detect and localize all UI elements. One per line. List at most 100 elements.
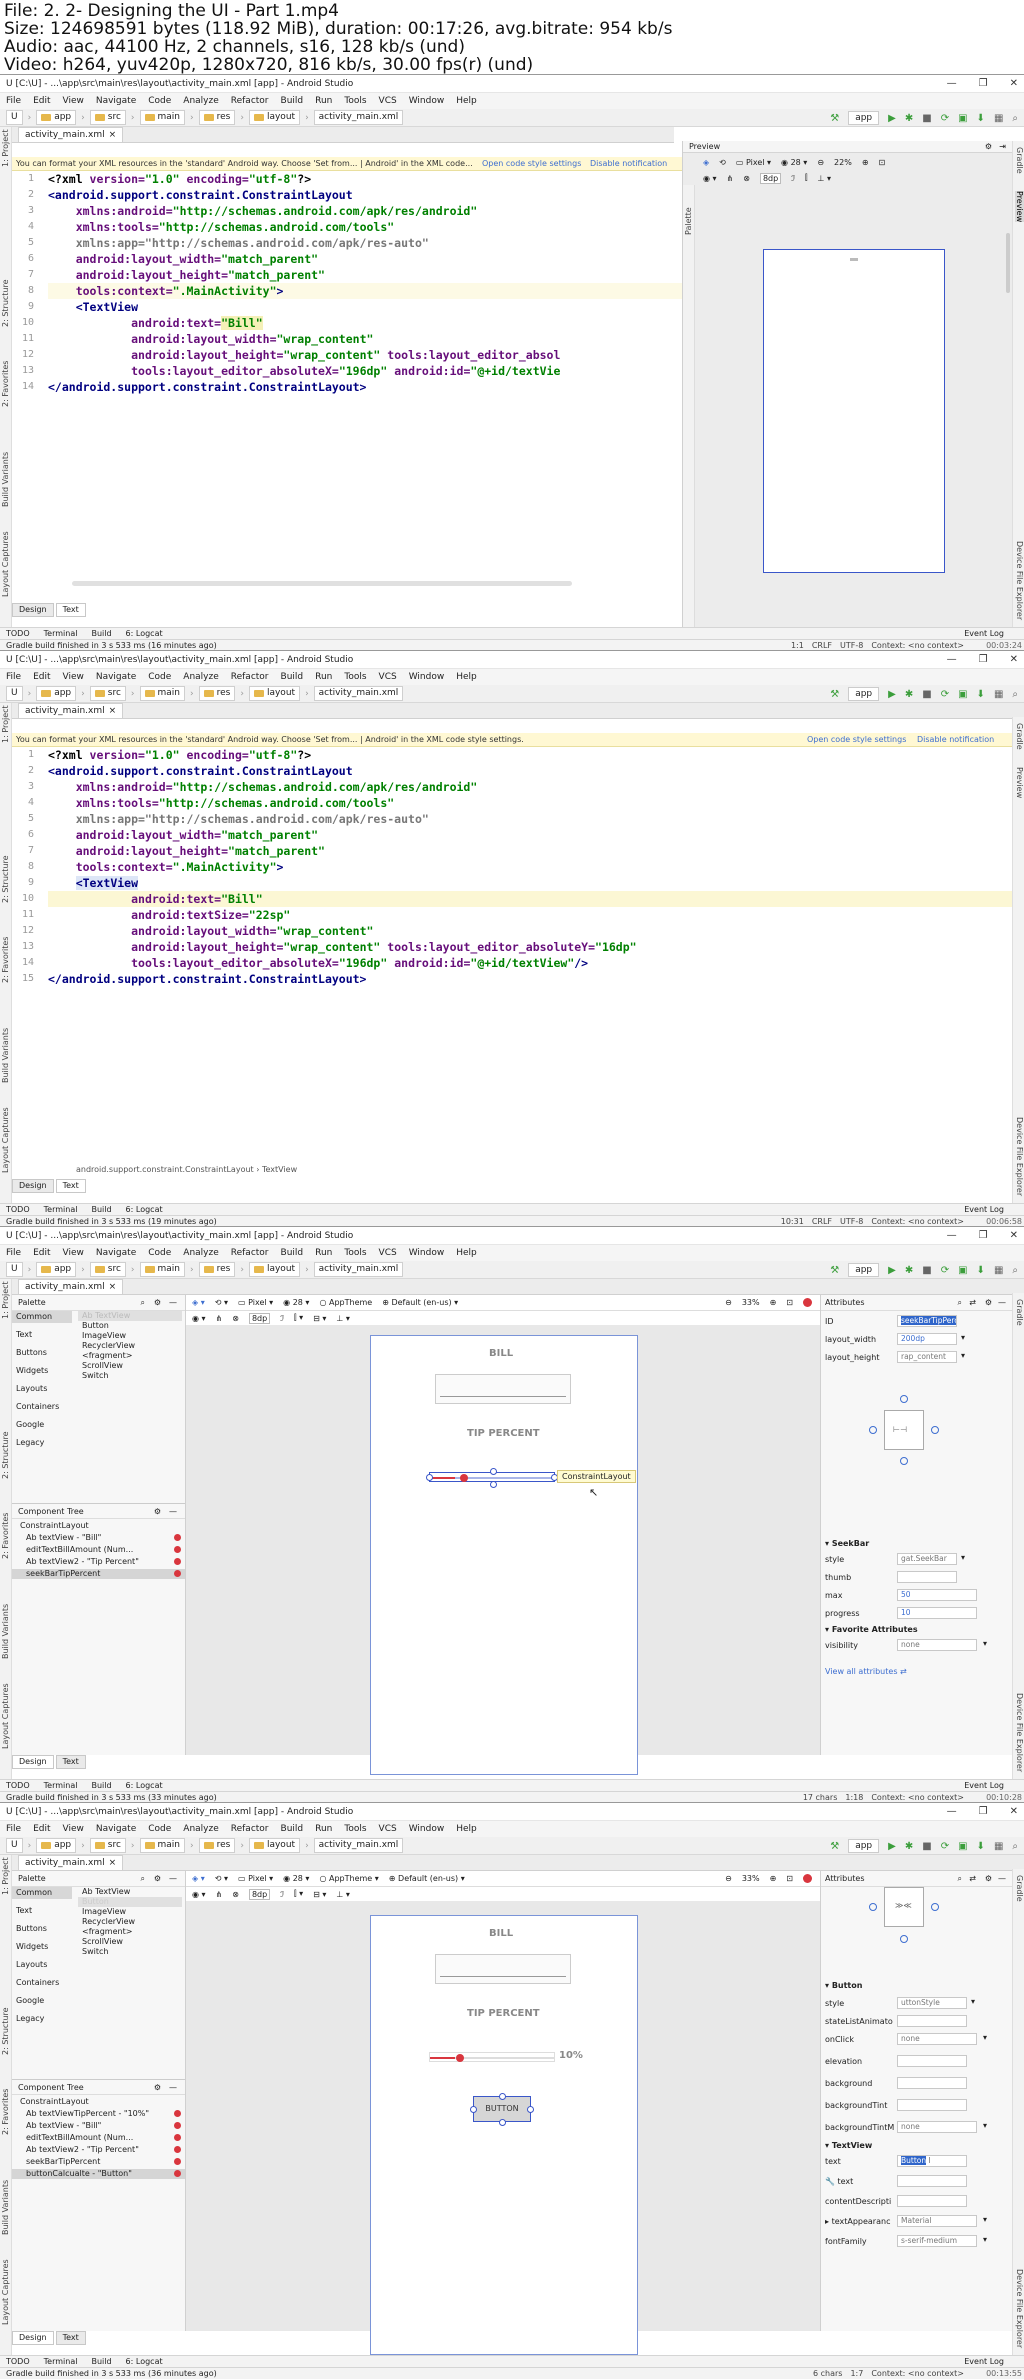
run-config-select[interactable]: app (848, 1839, 880, 1853)
sync-icon[interactable]: ⟳ (941, 113, 949, 124)
menu-refactor[interactable]: Refactor (231, 93, 269, 109)
menu-vcs[interactable]: VCS (379, 93, 397, 109)
run-icon[interactable]: ▶ (888, 113, 896, 124)
bill-label[interactable]: BILL (489, 1348, 513, 1359)
file-tab[interactable]: activity_main.xml × (18, 1279, 124, 1294)
palette-switch[interactable]: Switch (78, 1947, 182, 1957)
structure-tool[interactable]: 2: Structure (1, 855, 10, 903)
device-file-explorer-tool[interactable]: Device File Explorer (1015, 1117, 1024, 1196)
attr-input[interactable] (897, 2077, 967, 2089)
hammer-icon[interactable]: ⚒ (830, 113, 839, 124)
menu-edit[interactable]: Edit (33, 669, 50, 685)
file-tab[interactable]: activity_main.xml × (18, 703, 124, 718)
xml-path-root[interactable]: android.support.constraint.ConstraintLay… (76, 1165, 254, 1174)
logcat-tab[interactable]: 6: Logcat (126, 1204, 163, 1215)
file-tab[interactable]: activity_main.xml × (18, 1855, 124, 1870)
menu-help[interactable]: Help (456, 1821, 477, 1837)
fit-icon[interactable]: ⊡ (786, 1298, 793, 1307)
layout-inspector-icon[interactable]: ▦ (994, 689, 1003, 700)
menu-code[interactable]: Code (148, 669, 171, 685)
terminal-tab[interactable]: Terminal (44, 1204, 78, 1215)
design-tab[interactable]: Design (12, 603, 54, 617)
search-icon[interactable]: ⌕ (1012, 113, 1018, 124)
todo-tab[interactable]: TODO (6, 2356, 30, 2367)
menu-vcs[interactable]: VCS (379, 669, 397, 685)
logcat-tab[interactable]: 6: Logcat (126, 1780, 163, 1791)
tree-item[interactable]: Ab textViewTipPercent - "10%" (26, 2109, 185, 2119)
bill-amount-field[interactable] (435, 1374, 571, 1404)
margin-select[interactable]: 8dp (248, 1312, 271, 1324)
crumb-src[interactable]: src (89, 1838, 126, 1853)
palette-switch[interactable]: Switch (78, 1371, 182, 1381)
preview-tool[interactable]: Preview (1015, 767, 1024, 798)
chevron-down-icon[interactable]: ▾ (983, 2121, 987, 2130)
content-description-input[interactable] (897, 2195, 967, 2207)
build-variants-tool[interactable]: Build Variants (1, 2180, 10, 2235)
text-tab[interactable]: Text (55, 1755, 86, 1769)
project-tool[interactable]: 1: Project (1, 129, 10, 167)
infer-icon[interactable]: ℐ (791, 174, 795, 183)
crumb-file[interactable]: activity_main.xml (313, 686, 404, 701)
constraint-handle[interactable] (490, 1468, 497, 1475)
constraint-handle[interactable] (490, 1481, 497, 1488)
locale-select[interactable]: ⊕ Default (en-us) ▾ (382, 1298, 458, 1307)
constraint-handle[interactable] (527, 2106, 534, 2113)
close-icon[interactable]: × (109, 1858, 117, 1868)
favorites-tool[interactable]: 2: Favorites (1, 361, 10, 407)
logcat-tab[interactable]: 6: Logcat (126, 2356, 163, 2367)
zoom-out-icon[interactable]: ⊖ (725, 1298, 732, 1307)
crumb-res[interactable]: res (198, 1262, 236, 1277)
tip-percent-label[interactable]: TIP PERCENT (467, 2008, 540, 2019)
run-icon[interactable]: ▶ (888, 1841, 896, 1852)
crumb-main[interactable]: main (139, 1262, 186, 1277)
cat-legacy[interactable]: Legacy (12, 2013, 72, 2025)
logcat-tab[interactable]: 6: Logcat (126, 628, 163, 639)
crumb-app[interactable]: app (36, 686, 77, 701)
close-icon[interactable]: ✕ (1010, 1227, 1018, 1244)
crumb-file[interactable]: activity_main.xml (313, 110, 404, 125)
menu-navigate[interactable]: Navigate (96, 1821, 136, 1837)
maximize-icon[interactable]: ❐ (979, 75, 988, 92)
menu-build[interactable]: Build (281, 1245, 304, 1261)
hide-icon[interactable]: — (998, 1295, 1006, 1311)
clear-constraints-icon[interactable]: ⊗ (743, 174, 750, 183)
gear-icon[interactable]: ⚙ (154, 1871, 161, 1887)
cat-widgets[interactable]: Widgets (12, 1941, 72, 1953)
menu-edit[interactable]: Edit (33, 93, 50, 109)
menu-file[interactable]: File (6, 669, 21, 685)
style-input[interactable]: gat.SeekBar (897, 1553, 957, 1565)
tree-item[interactable]: ConstraintLayout (20, 2097, 89, 2107)
layout-inspector-icon[interactable]: ▦ (994, 1265, 1003, 1276)
tree-item[interactable]: Ab textView - "Bill" (26, 2121, 185, 2131)
orientation-icon[interactable]: ⟲ ▾ (215, 1298, 228, 1307)
search-icon[interactable]: ⌕ (958, 1871, 962, 1887)
attr-input[interactable]: uttonStyle (897, 1997, 967, 2009)
debug-icon[interactable]: ✱ (905, 1841, 913, 1852)
eye-icon[interactable]: ◉ ▾ (192, 1314, 206, 1323)
search-icon[interactable]: ⌕ (958, 1295, 962, 1311)
sync-icon[interactable]: ⟳ (941, 1265, 949, 1276)
code-editor[interactable]: 1 2 3 4 5 6 7 8 9 10 11 12 13 14 15 <?xml version="1.0… (12, 747, 1012, 1165)
project-tool[interactable]: 1: Project (1, 1281, 10, 1319)
run-icon[interactable]: ▶ (888, 1265, 896, 1276)
minimize-icon[interactable]: — (947, 1803, 957, 1820)
tree-item[interactable]: editTextBillAmount (Num... (26, 2133, 185, 2143)
theme-select[interactable]: ○ AppTheme (319, 1298, 372, 1307)
eye-icon[interactable]: ◉ ▾ (703, 174, 717, 183)
seekbar-section[interactable]: ▾ SeekBar (825, 1539, 869, 1548)
tree-item[interactable]: seekBarTipPercent (26, 2157, 185, 2167)
menu-tools[interactable]: Tools (344, 93, 366, 109)
cat-google[interactable]: Google (12, 1995, 72, 2007)
cat-text[interactable]: Text (12, 1329, 72, 1341)
seekbar-thumb[interactable] (460, 1474, 468, 1482)
gradle-tool[interactable]: Gradle (1015, 147, 1024, 174)
view-all-attributes-link[interactable]: View all attributes ⇄ (825, 1667, 907, 1676)
stop-icon[interactable]: ■ (922, 113, 931, 124)
sdk-icon[interactable]: ⬇ (977, 113, 985, 124)
crumb-layout[interactable]: layout (248, 1262, 301, 1277)
todo-tab[interactable]: TODO (6, 1780, 30, 1791)
build-tab[interactable]: Build (91, 1204, 111, 1215)
thumb-input[interactable] (897, 1571, 957, 1583)
menu-refactor[interactable]: Refactor (231, 669, 269, 685)
text-tab[interactable]: Text (55, 1179, 86, 1193)
